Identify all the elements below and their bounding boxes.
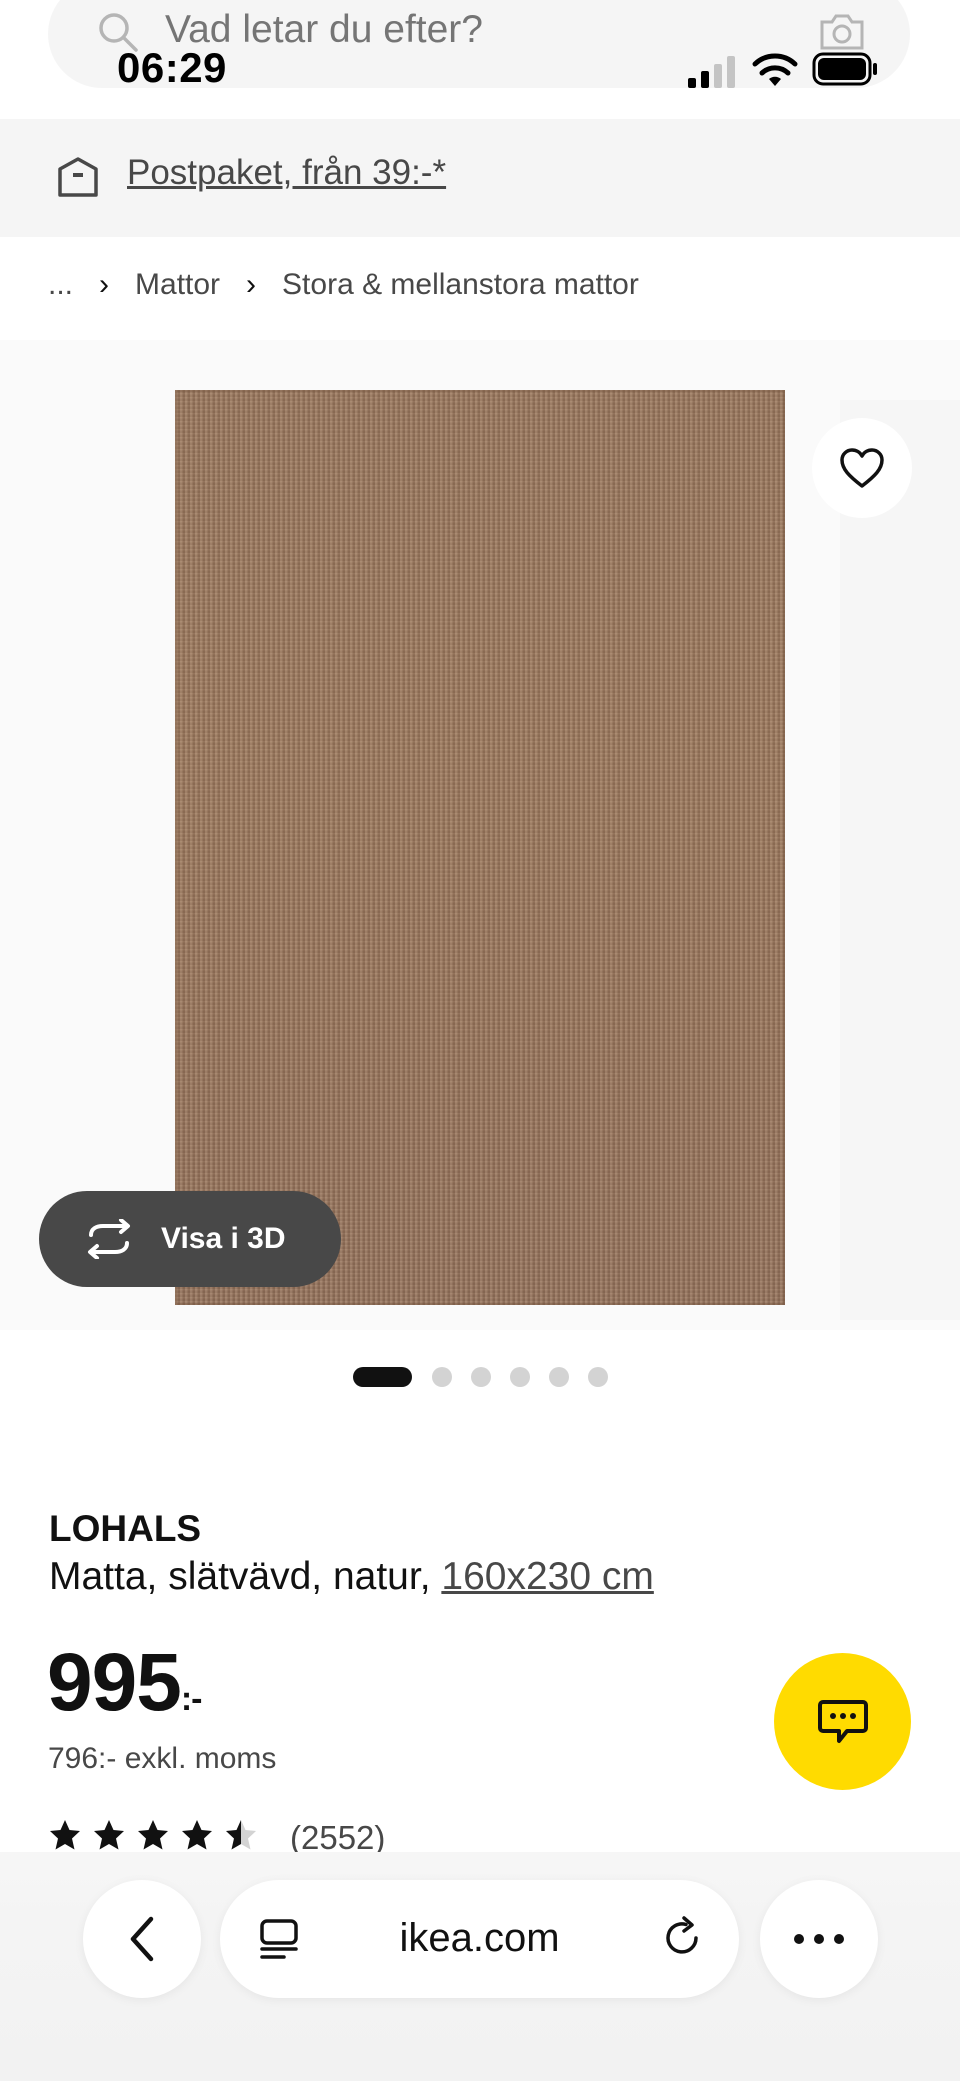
promo-banner[interactable]: Postpaket, från 39:-*	[0, 119, 960, 237]
star-icon	[94, 1820, 124, 1850]
back-button[interactable]	[83, 1880, 201, 1998]
chevron-left-icon	[130, 1916, 154, 1962]
address-bar[interactable]: ikea.com	[220, 1880, 739, 1998]
product-name: LOHALS	[49, 1508, 202, 1549]
pagination-dot[interactable]	[432, 1367, 452, 1387]
star-icon	[182, 1820, 212, 1850]
promo-link[interactable]: Postpaket, från 39:-*	[127, 153, 446, 193]
pagination-dot[interactable]	[510, 1367, 530, 1387]
breadcrumb-item-large-rugs[interactable]: Stora & mellanstora mattor	[282, 268, 639, 302]
status-time: 06:29	[117, 44, 227, 91]
next-slide-peek	[840, 400, 960, 1320]
chat-button[interactable]	[774, 1653, 911, 1790]
reload-icon[interactable]	[660, 1916, 704, 1960]
rating-count: (2552)	[290, 1819, 386, 1852]
product-description: Matta, slätvävd, natur, 160x230 cm	[49, 1555, 654, 1599]
star-icon	[50, 1820, 80, 1850]
view-in-3d-label: Visa i 3D	[161, 1222, 286, 1255]
price-value: 995	[47, 1637, 182, 1728]
search-input[interactable]	[165, 8, 725, 52]
more-options-button[interactable]	[760, 1880, 878, 1998]
pagination-dot-active[interactable]	[353, 1367, 412, 1387]
more-horizontal-icon	[794, 1934, 844, 1944]
star-icon	[138, 1820, 168, 1850]
chevron-right-icon: ›	[246, 268, 257, 301]
rotate-3d-icon	[88, 1219, 130, 1259]
signal-icon	[688, 56, 735, 88]
gallery-pagination	[353, 1367, 627, 1387]
product-price: 995:-	[47, 1636, 203, 1730]
product-size-link[interactable]: 160x230 cm	[441, 1555, 653, 1598]
pagination-dot[interactable]	[471, 1367, 491, 1387]
chevron-right-icon: ›	[99, 268, 110, 301]
product-description-text: Matta, slätvävd, natur,	[49, 1555, 442, 1598]
product-rating[interactable]: (2552)	[48, 1818, 385, 1852]
breadcrumb-ellipsis[interactable]: ...	[48, 268, 73, 302]
wifi-icon	[752, 53, 798, 86]
heart-icon	[840, 448, 884, 488]
star-half-icon	[226, 1820, 256, 1850]
favorite-button[interactable]	[812, 418, 912, 518]
pagination-dot[interactable]	[588, 1367, 608, 1387]
price-excluding-vat: 796:- exkl. moms	[48, 1742, 277, 1775]
price-suffix: :-	[180, 1680, 203, 1718]
product-image-rug	[175, 390, 785, 1305]
battery-icon	[812, 52, 877, 86]
chat-icon	[817, 1699, 868, 1743]
pagination-dot[interactable]	[549, 1367, 569, 1387]
breadcrumb-item-mattor[interactable]: Mattor	[135, 268, 220, 302]
camera-icon[interactable]	[818, 8, 866, 52]
breadcrumb: ... › Mattor › Stora & mellanstora matto…	[48, 268, 639, 302]
parcel-icon	[58, 157, 98, 197]
view-in-3d-button[interactable]: Visa i 3D	[39, 1191, 341, 1287]
